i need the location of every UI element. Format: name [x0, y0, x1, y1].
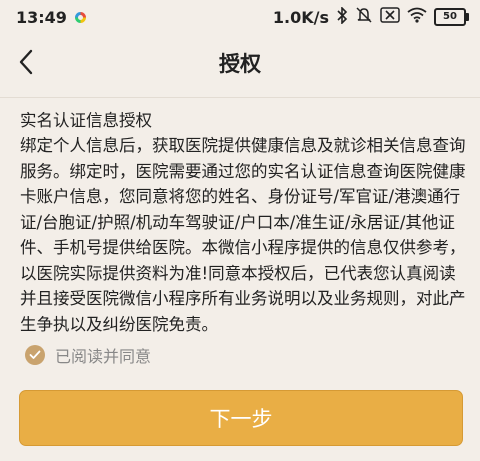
check-circle-icon[interactable]: [25, 345, 45, 365]
status-bar: 13:49 1.0K/s 50: [0, 0, 480, 34]
mute-icon: [355, 6, 373, 28]
auth-content: 实名认证信息授权 绑定个人信息后，获取医院提供健康信息及就诊相关信息查询服务。绑…: [20, 108, 466, 337]
agree-checkbox-row[interactable]: 已阅读并同意: [25, 343, 151, 367]
network-speed: 1.0K/s: [272, 7, 329, 27]
auth-body: 绑定个人信息后，获取医院提供健康信息及就诊相关信息查询服务。绑定时，医院需要通过…: [20, 136, 466, 334]
battery-icon: 50: [434, 8, 469, 26]
next-step-button[interactable]: 下一步: [19, 390, 463, 446]
agree-label: 已阅读并同意: [55, 347, 152, 366]
wifi-icon: [407, 7, 427, 27]
header-divider: [0, 97, 480, 98]
sim-off-icon: [380, 7, 400, 27]
status-left: 13:49: [16, 8, 86, 27]
status-time: 13:49: [16, 7, 67, 27]
page-title: 授权: [219, 52, 261, 76]
app-icon: [74, 11, 86, 23]
bluetooth-icon: [336, 5, 348, 28]
status-right: 1.0K/s 50: [272, 5, 469, 28]
nav-bar: 授权: [0, 34, 480, 90]
auth-title: 实名认证信息授权: [20, 111, 152, 130]
